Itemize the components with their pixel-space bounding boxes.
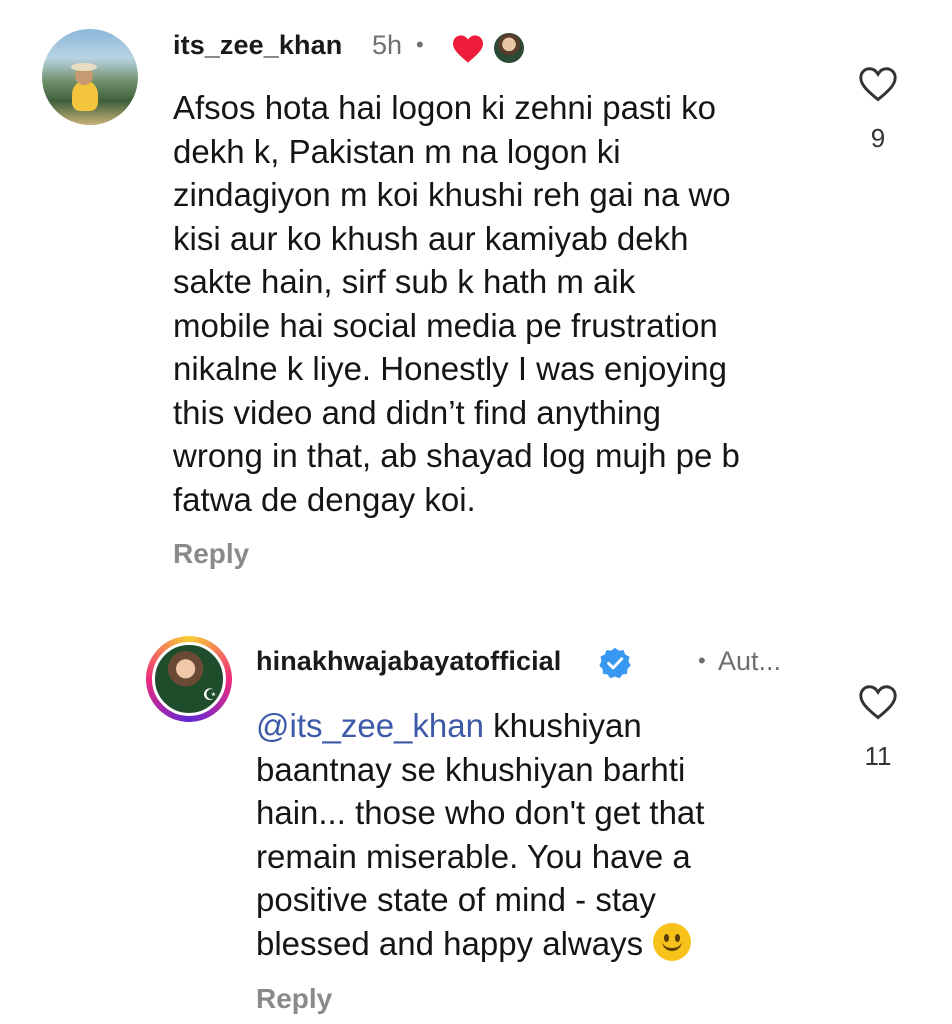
author-mini-avatar [494, 33, 524, 63]
comment-body: Afsos hota hai logon ki zehni pasti ko d… [173, 89, 740, 518]
mention-link[interactable]: @its_zee_khan [256, 707, 484, 744]
like-control: 9 [848, 66, 908, 154]
comment-username[interactable]: its_zee_khan [173, 30, 342, 61]
meta-separator: • [698, 648, 706, 673]
heart-outline-icon[interactable] [858, 66, 898, 102]
meta-separator: • [416, 32, 424, 57]
avatar[interactable] [42, 29, 138, 125]
reply-button[interactable]: Reply [173, 538, 249, 570]
smiling-face-icon [653, 922, 692, 961]
like-count: 9 [870, 123, 886, 153]
like-count: 11 [864, 741, 892, 771]
reply-button[interactable]: Reply [256, 983, 332, 1015]
heart-outline-icon[interactable] [858, 684, 898, 720]
comment-username[interactable]: hinakhwajabayatofficial [256, 646, 561, 677]
verified-badge-icon [599, 647, 631, 679]
comment-timestamp: 5h [372, 30, 403, 60]
like-control: 11 [848, 684, 908, 772]
comment-body: @its_zee_khan khushiyan baantnay se khus… [256, 707, 705, 962]
author-label: Aut... [718, 646, 782, 676]
author-liked-heart-icon [453, 35, 483, 63]
avatar[interactable]: ☪ [152, 642, 226, 716]
